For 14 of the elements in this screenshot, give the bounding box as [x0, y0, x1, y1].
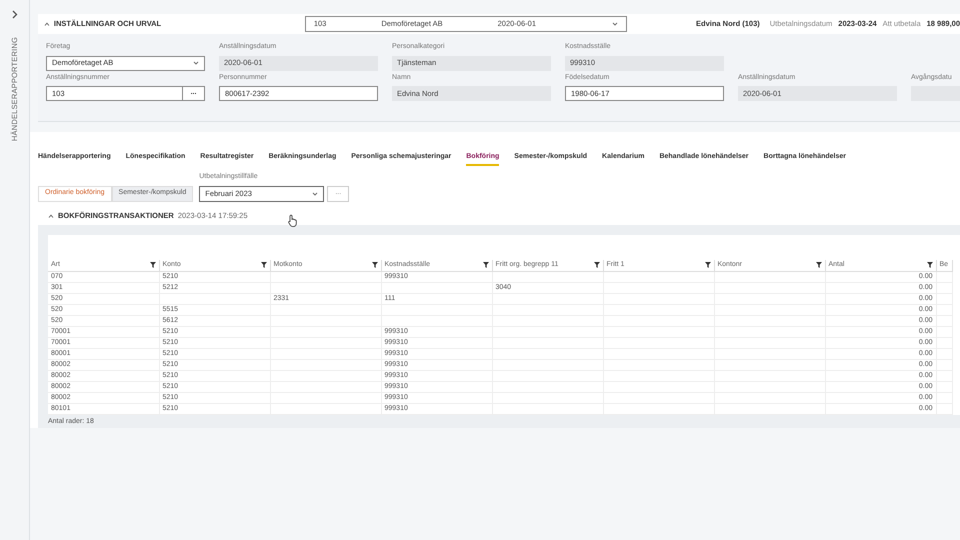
filter-icon[interactable] [594, 262, 600, 268]
filter-icon[interactable] [372, 262, 378, 268]
chevron-up-icon[interactable] [48, 214, 54, 218]
filter-icon[interactable] [704, 262, 710, 268]
caret-icon [612, 22, 618, 26]
chevron-right-icon[interactable] [12, 10, 18, 19]
filter-icon[interactable] [482, 262, 488, 268]
chevron-up-icon[interactable] [44, 22, 50, 26]
filter-icon[interactable] [816, 262, 822, 268]
filter-icon[interactable] [926, 262, 932, 268]
caret-icon [193, 61, 199, 65]
filter-icon[interactable] [150, 262, 156, 268]
caret-icon [312, 192, 318, 196]
filter-icon[interactable] [260, 262, 266, 268]
